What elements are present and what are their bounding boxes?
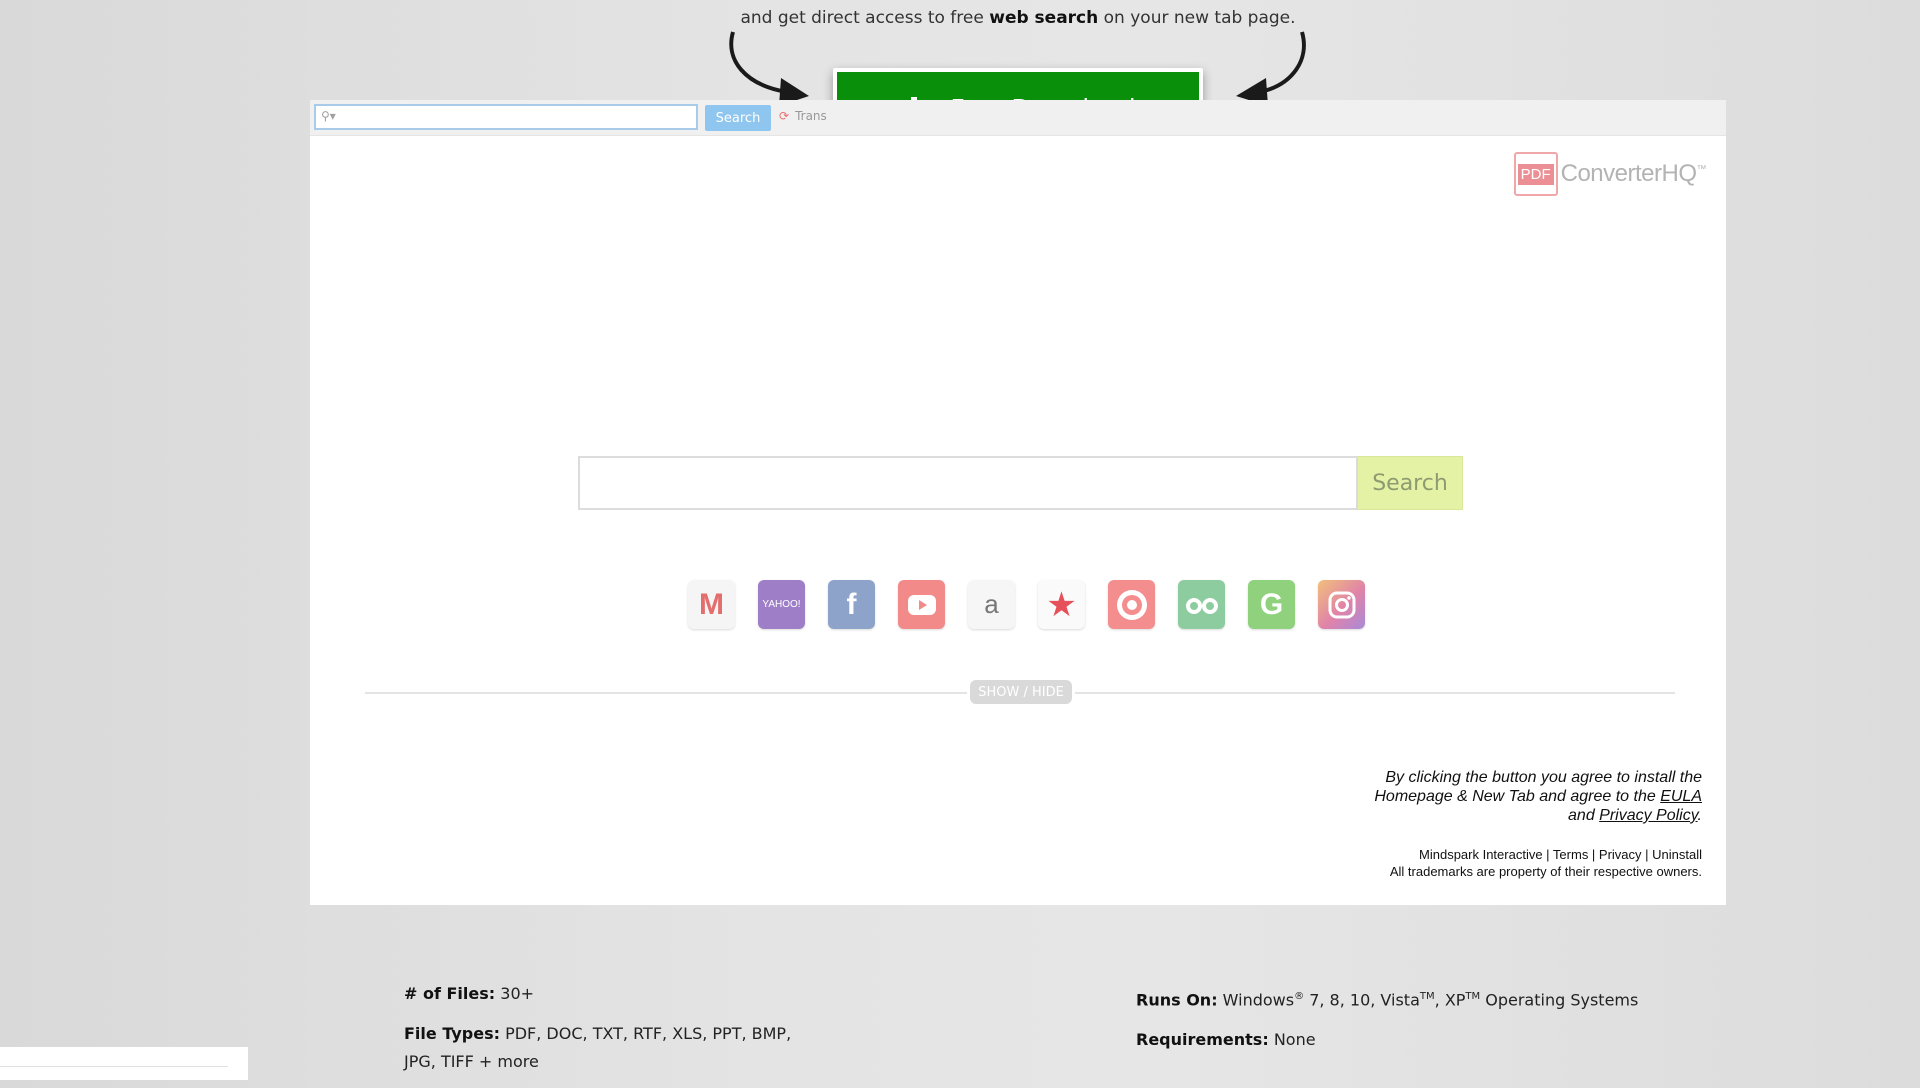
agreement-text: By clicking the button you agree to inst… bbox=[1374, 769, 1702, 824]
toolbar-search-box[interactable]: ⚲▾ bbox=[314, 104, 698, 130]
macys-star-icon[interactable]: ★ bbox=[1038, 580, 1085, 629]
gmail-icon[interactable]: M bbox=[688, 580, 735, 629]
preview-footer: Mindspark Interactive | Terms | Privacy … bbox=[1390, 846, 1702, 880]
preview-toolbar: ⚲▾ Search ⟳ Trans bbox=[310, 100, 1726, 136]
grammarly-icon[interactable]: G bbox=[1248, 580, 1295, 629]
specs-right: Runs On: Windows® 7, 8, 10, VistaTM, XPT… bbox=[1136, 983, 1696, 1066]
toolbar-search-input[interactable] bbox=[340, 106, 694, 130]
privacy-policy-link[interactable]: Privacy Policy bbox=[1599, 807, 1697, 824]
toolbar-translate[interactable]: ⟳ Trans bbox=[779, 109, 827, 123]
main-search-button[interactable]: Search bbox=[1357, 456, 1463, 510]
tagline-text: and get direct access to free bbox=[740, 8, 990, 28]
youtube-icon[interactable] bbox=[898, 580, 945, 629]
facebook-icon[interactable]: f bbox=[828, 580, 875, 629]
requirements: Requirements: None bbox=[1136, 1030, 1316, 1050]
target-icon[interactable] bbox=[1108, 580, 1155, 629]
yahoo-icon[interactable]: YAHOO! bbox=[758, 580, 805, 629]
search-icon: ⚲▾ bbox=[321, 109, 336, 123]
logo-wordmark: ConverterHQ™ bbox=[1560, 160, 1707, 187]
translate-label: Trans bbox=[795, 109, 827, 123]
main-search-input[interactable] bbox=[578, 456, 1358, 510]
curved-arrow-right-icon bbox=[1236, 31, 1306, 106]
trademark-notice: All trademarks are property of their res… bbox=[1389, 864, 1702, 879]
curved-arrow-left-icon bbox=[729, 31, 809, 106]
amazon-icon[interactable]: a bbox=[968, 580, 1015, 629]
toolbar-search-button[interactable]: Search bbox=[705, 105, 771, 131]
tripadvisor-icon[interactable] bbox=[1178, 580, 1225, 629]
bottom-left-panel bbox=[0, 1047, 248, 1080]
runs-on: Runs On: Windows® 7, 8, 10, VistaTM, XPT… bbox=[1136, 990, 1639, 1010]
tagline-bold: web search bbox=[989, 8, 1099, 28]
tagline-text-end: on your new tab page. bbox=[1098, 8, 1296, 28]
files-count: # of Files: 30+ bbox=[404, 984, 535, 1003]
main-search: Search bbox=[578, 456, 1464, 510]
eula-link[interactable]: EULA bbox=[1660, 788, 1702, 805]
promo-tagline: and get direct access to free web search… bbox=[0, 8, 1920, 28]
instagram-icon[interactable] bbox=[1318, 580, 1365, 629]
show-hide-button[interactable]: SHOW / HIDE bbox=[970, 680, 1072, 704]
pdf-logo-icon: PDF bbox=[1513, 152, 1558, 196]
specs-left: # of Files: 30+ File Types: PDF, DOC, TX… bbox=[404, 980, 794, 1088]
quick-links: M YAHOO! f a ★ G bbox=[688, 580, 1365, 629]
file-types: File Types: PDF, DOC, TXT, RTF, XLS, PPT… bbox=[404, 1024, 792, 1071]
translate-icon: ⟳ bbox=[779, 109, 790, 123]
footer-links[interactable]: Mindspark Interactive | Terms | Privacy … bbox=[1390, 846, 1702, 863]
pdfconverterhq-logo: PDF ConverterHQ™ bbox=[1513, 152, 1707, 196]
browser-preview: ⚲▾ Search ⟳ Trans PDF ConverterHQ™ Searc… bbox=[310, 100, 1726, 905]
